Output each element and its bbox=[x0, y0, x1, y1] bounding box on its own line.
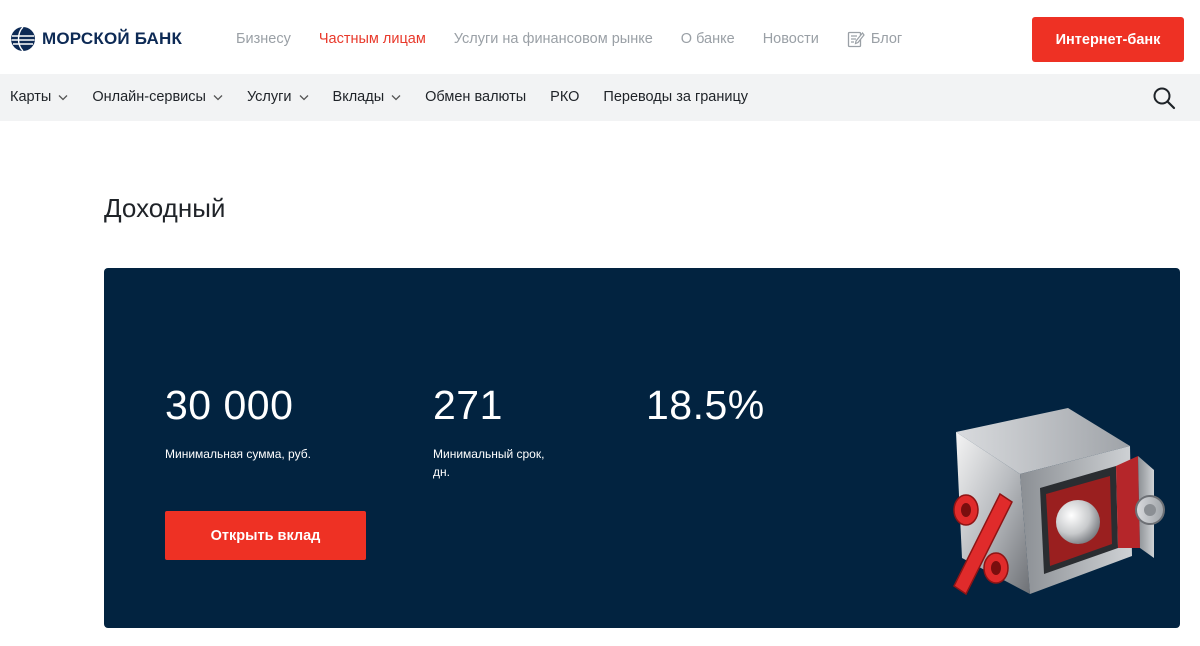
search-icon[interactable] bbox=[1151, 85, 1177, 111]
brand-name: МОРСКОЙ БАНК bbox=[42, 29, 183, 48]
subnav-services-label: Услуги bbox=[246, 89, 292, 105]
stat-min-term: 271 Минимальный срок, дн. bbox=[433, 382, 563, 481]
stat-min-amount: 30 000 Минимальная сумма, руб. bbox=[165, 382, 311, 463]
page-title: Доходный bbox=[104, 193, 226, 223]
stat-min-term-value: 271 bbox=[433, 382, 503, 428]
stat-min-term-label: Минимальный срок, дн. bbox=[433, 447, 545, 479]
stat-min-amount-value: 30 000 bbox=[165, 382, 294, 428]
topnav-news[interactable]: Новости bbox=[763, 30, 819, 48]
subnav-deposits[interactable]: Вклады bbox=[333, 89, 402, 105]
subnav-cards-label: Карты bbox=[10, 89, 52, 105]
topnav-individuals[interactable]: Частным лицам bbox=[319, 30, 426, 48]
topnav-blog-label: Блог bbox=[870, 31, 903, 47]
chevron-down-icon bbox=[213, 94, 223, 100]
subnav-online-services[interactable]: Онлайн-сервисы bbox=[92, 89, 223, 105]
internet-bank-button[interactable]: Интернет-банк bbox=[1032, 17, 1184, 62]
chevron-down-icon bbox=[391, 94, 401, 100]
topnav-financial-market[interactable]: Услуги на финансовом рынке bbox=[454, 30, 653, 48]
stat-min-amount-label: Минимальная сумма, руб. bbox=[165, 447, 311, 461]
subnav-cards[interactable]: Карты bbox=[10, 89, 68, 105]
subnav-transfers-abroad-label: Переводы за границу bbox=[603, 89, 749, 105]
subnav-services[interactable]: Услуги bbox=[247, 89, 309, 105]
secondary-navigation: Карты Онлайн-сервисы Услуги Вклады Обмен… bbox=[0, 74, 1200, 121]
safe-percent-illustration bbox=[953, 408, 1165, 596]
top-navigation: Бизнесу Частным лицам Услуги на финансов… bbox=[236, 30, 902, 48]
top-header: МОРСКОЙ БАНК Бизнесу Частным лицам Услуг… bbox=[0, 0, 1200, 74]
subnav-currency-exchange[interactable]: Обмен валюты bbox=[425, 89, 526, 105]
subnav-rko[interactable]: РКО bbox=[550, 89, 579, 105]
subnav-rko-label: РКО bbox=[550, 89, 580, 105]
stat-rate-value: 18.5% bbox=[646, 382, 765, 428]
subnav-online-services-label: Онлайн-сервисы bbox=[92, 89, 206, 105]
globe-logo-icon bbox=[11, 26, 35, 52]
topnav-about[interactable]: О банке bbox=[681, 30, 735, 48]
open-deposit-button[interactable]: Открыть вклад bbox=[165, 511, 366, 560]
topnav-business[interactable]: Бизнесу bbox=[236, 30, 291, 48]
subnav-deposits-label: Вклады bbox=[332, 89, 385, 105]
subnav-transfers-abroad[interactable]: Переводы за границу bbox=[603, 89, 748, 105]
stat-rate: 18.5% bbox=[646, 382, 765, 429]
blog-edit-icon bbox=[847, 31, 865, 48]
deposit-hero-card: 30 000 Минимальная сумма, руб. 271 Миним… bbox=[104, 268, 1180, 628]
chevron-down-icon bbox=[58, 94, 68, 100]
subnav-currency-exchange-label: Обмен валюты bbox=[425, 89, 527, 105]
topnav-blog[interactable]: Блог bbox=[847, 30, 902, 48]
chevron-down-icon bbox=[299, 94, 308, 100]
brand-logo[interactable]: МОРСКОЙ БАНК bbox=[10, 26, 182, 52]
